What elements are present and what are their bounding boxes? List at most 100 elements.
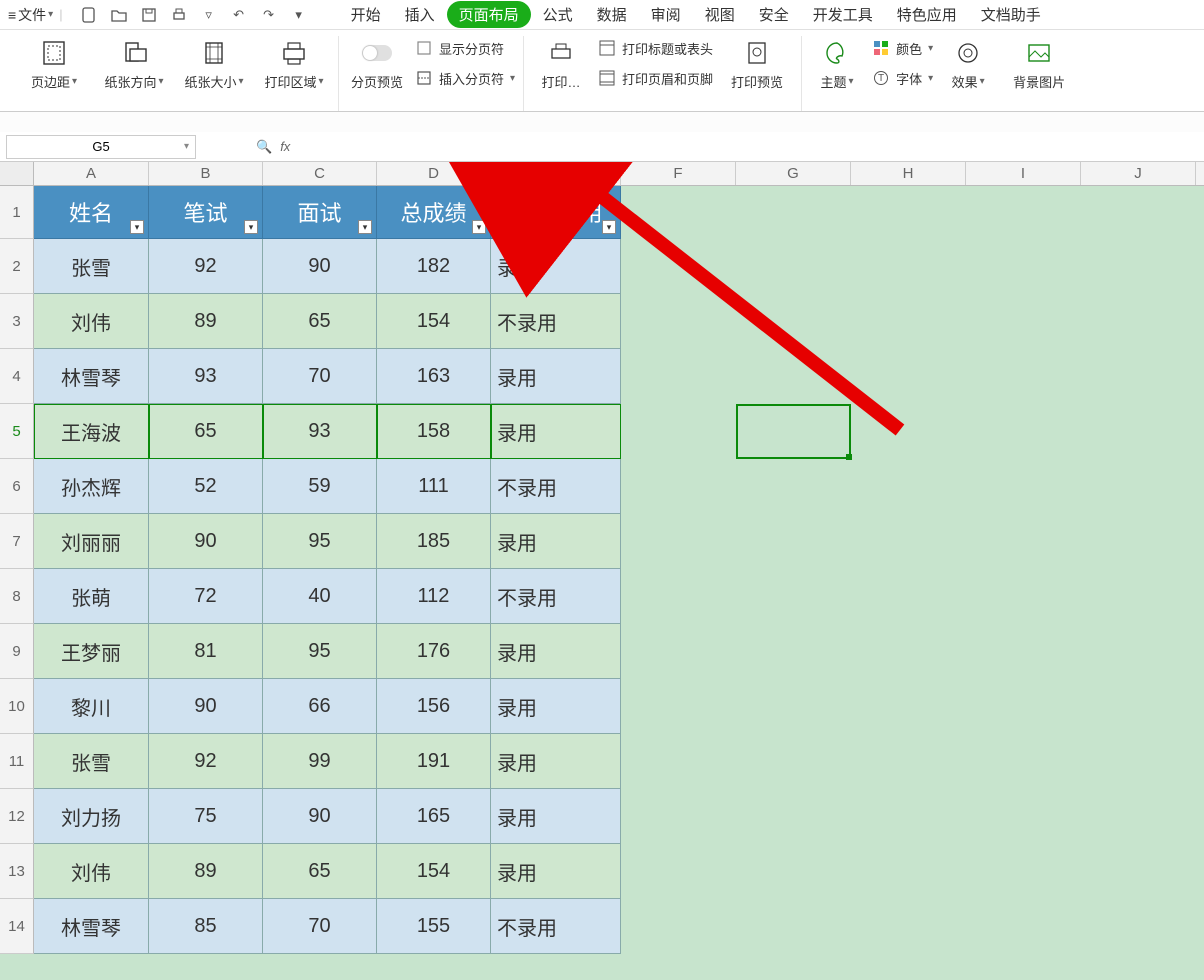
col-header-A[interactable]: A [34, 162, 149, 185]
cell[interactable]: 191 [377, 734, 491, 789]
cell[interactable]: 72 [149, 569, 263, 624]
col-header-B[interactable]: B [149, 162, 263, 185]
dropdown-icon[interactable]: ▾ [289, 5, 309, 25]
tab-special[interactable]: 特色应用 [885, 1, 969, 28]
cell[interactable]: 156 [377, 679, 491, 734]
col-header-C[interactable]: C [263, 162, 377, 185]
bg-image-button[interactable]: 背景图片 [1003, 36, 1075, 91]
tab-security[interactable]: 安全 [747, 1, 801, 28]
cell[interactable]: 154 [377, 294, 491, 349]
name-box[interactable]: G5 ▾ [6, 135, 196, 159]
tab-page-layout[interactable]: 页面布局 [447, 1, 531, 28]
row-header-1[interactable]: 1 [0, 186, 34, 239]
cell[interactable]: 王海波 [34, 404, 149, 459]
zoom-icon[interactable]: 🔍 [256, 139, 272, 155]
page-break-preview-button[interactable]: 分页预览 [347, 36, 407, 91]
row-header-9[interactable]: 9 [0, 624, 34, 679]
cell[interactable]: 89 [149, 844, 263, 899]
cell[interactable]: 录用 [491, 404, 621, 459]
open-icon[interactable] [109, 5, 129, 25]
cell[interactable]: 95 [263, 514, 377, 569]
row-header-2[interactable]: 2 [0, 239, 34, 294]
cell[interactable]: 112 [377, 569, 491, 624]
row-header-3[interactable]: 3 [0, 294, 34, 349]
row-header-11[interactable]: 11 [0, 734, 34, 789]
cell[interactable]: 录用 [491, 789, 621, 844]
theme-button[interactable]: 主题▾ [810, 36, 864, 91]
cell[interactable]: 165 [377, 789, 491, 844]
filter-arrow-icon[interactable]: ▾ [244, 220, 258, 234]
new-doc-icon[interactable] [79, 5, 99, 25]
cell[interactable]: 176 [377, 624, 491, 679]
col-header-G[interactable]: G [736, 162, 851, 185]
row-header-14[interactable]: 14 [0, 899, 34, 954]
cell[interactable]: 90 [149, 679, 263, 734]
cell[interactable]: 81 [149, 624, 263, 679]
insert-page-break-button[interactable]: 插入分页符▾ [415, 66, 515, 90]
row-header-12[interactable]: 12 [0, 789, 34, 844]
cell[interactable]: 不录用 [491, 569, 621, 624]
tab-insert[interactable]: 插入 [393, 1, 447, 28]
col-header-I[interactable]: I [966, 162, 1081, 185]
cell[interactable]: 111 [377, 459, 491, 514]
cell[interactable]: 182 [377, 239, 491, 294]
row-header-10[interactable]: 10 [0, 679, 34, 734]
header-cell-total[interactable]: 总成绩▾ [377, 186, 491, 239]
cell[interactable]: 不录用 [491, 294, 621, 349]
row-header-8[interactable]: 8 [0, 569, 34, 624]
cell[interactable]: 张萌 [34, 569, 149, 624]
cell[interactable]: 孙杰辉 [34, 459, 149, 514]
cell[interactable]: 70 [263, 349, 377, 404]
cell[interactable]: 89 [149, 294, 263, 349]
cell[interactable]: 刘伟 [34, 844, 149, 899]
cell[interactable]: 163 [377, 349, 491, 404]
cell[interactable]: 张雪 [34, 239, 149, 294]
cell[interactable]: 93 [263, 404, 377, 459]
row-header-7[interactable]: 7 [0, 514, 34, 569]
cell[interactable]: 92 [149, 734, 263, 789]
cell[interactable]: 65 [149, 404, 263, 459]
col-header-H[interactable]: H [851, 162, 966, 185]
cell[interactable]: 158 [377, 404, 491, 459]
cell[interactable]: 85 [149, 899, 263, 954]
select-all-corner[interactable] [0, 162, 34, 185]
cell[interactable]: 90 [263, 789, 377, 844]
cell[interactable]: 65 [263, 844, 377, 899]
cell[interactable]: 张雪 [34, 734, 149, 789]
cell[interactable]: 185 [377, 514, 491, 569]
cell[interactable]: 林雪琴 [34, 349, 149, 404]
cell[interactable]: 70 [263, 899, 377, 954]
cell[interactable]: 40 [263, 569, 377, 624]
cell[interactable]: 王梦丽 [34, 624, 149, 679]
cell[interactable]: 录用 [491, 679, 621, 734]
undo-icon[interactable]: ↶ [229, 5, 249, 25]
filter-arrow-icon[interactable]: ▾ [130, 220, 144, 234]
show-page-breaks-button[interactable]: 显示分页符 [415, 36, 515, 60]
file-menu-button[interactable]: ≡ 文件 ▾ [8, 5, 53, 25]
col-header-E[interactable]: E [491, 162, 621, 185]
theme-fonts-button[interactable]: T 字体▾ [872, 66, 933, 90]
cell[interactable]: 录用 [491, 239, 621, 294]
cell[interactable]: 不录用 [491, 899, 621, 954]
cell[interactable]: 66 [263, 679, 377, 734]
tab-devtools[interactable]: 开发工具 [801, 1, 885, 28]
print-area-button[interactable]: 打印区域▾ [258, 36, 330, 91]
orientation-button[interactable]: 纸张方向▾ [98, 36, 170, 91]
paper-size-button[interactable]: 纸张大小▾ [178, 36, 250, 91]
theme-colors-button[interactable]: 颜色▾ [872, 36, 933, 60]
row-header-5[interactable]: 5 [0, 404, 34, 459]
cell[interactable]: 刘力扬 [34, 789, 149, 844]
header-footer-button[interactable]: 打印页眉和页脚 [598, 66, 713, 90]
cell[interactable]: 录用 [491, 844, 621, 899]
redo-icon[interactable]: ↷ [259, 5, 279, 25]
cell[interactable]: 刘伟 [34, 294, 149, 349]
tab-review[interactable]: 审阅 [639, 1, 693, 28]
row-header-6[interactable]: 6 [0, 459, 34, 514]
cell[interactable]: 90 [149, 514, 263, 569]
margins-button[interactable]: 页边距▾ [18, 36, 90, 91]
tab-data[interactable]: 数据 [585, 1, 639, 28]
cell[interactable]: 不录用 [491, 459, 621, 514]
print-button[interactable]: 打印… [532, 36, 590, 91]
cell[interactable]: 95 [263, 624, 377, 679]
header-cell-name[interactable]: 姓名▾ [34, 186, 149, 239]
